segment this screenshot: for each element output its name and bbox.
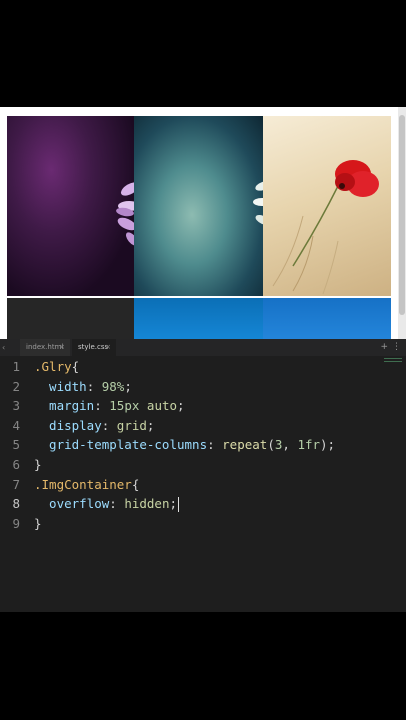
line-number: 8 — [12, 496, 20, 512]
code-token: .Glry — [34, 359, 72, 374]
code-token: } — [34, 456, 42, 472]
code-token: grid — [116, 417, 147, 433]
code-token: .ImgContainer — [34, 476, 132, 492]
text-cursor — [178, 497, 180, 513]
line-number: 6 — [12, 456, 20, 472]
code-token: { — [131, 476, 140, 492]
gallery-image-dark[interactable] — [7, 298, 134, 339]
line-number: 3 — [12, 398, 20, 414]
tab-label: index.html — [26, 343, 64, 351]
code-line[interactable]: 9} — [0, 514, 406, 534]
code-token: width — [34, 378, 87, 394]
plus-icon[interactable]: + — [380, 339, 388, 356]
gallery-image-teal-blur[interactable] — [134, 116, 263, 296]
code-token: display — [34, 417, 102, 433]
tab-scroll-icon[interactable]: ‹ — [2, 339, 5, 356]
line-number: 7 — [12, 476, 20, 492]
purple-flower-petals — [116, 182, 134, 246]
code-text: margin: 15px auto; — [34, 396, 185, 416]
line-number: 5 — [12, 437, 20, 453]
code-token: : — [101, 417, 117, 433]
code-token: overflow — [34, 496, 110, 512]
code-line[interactable]: 1 .Glry{ — [0, 357, 406, 377]
code-token: , — [282, 437, 298, 453]
line-number: 1 — [12, 359, 20, 374]
code-text: grid-template-columns: repeat(3, 1fr); — [34, 435, 335, 455]
code-text: display: grid; — [34, 416, 154, 436]
white-flower-edge — [253, 181, 263, 225]
code-text: .ImgContainer{ — [34, 475, 139, 495]
poppy-drawing — [272, 160, 379, 295]
code-token: } — [34, 515, 42, 531]
code-token: 15px — [109, 398, 140, 414]
code-token: ); — [320, 437, 336, 453]
code-line[interactable]: 2 width: 98%; — [0, 377, 406, 397]
gallery-image-blue[interactable] — [134, 298, 263, 339]
code-text: width: 98%; — [34, 377, 132, 397]
code-area[interactable]: 1 .Glry{2 width: 98%; 3 margin: 15px auto;… — [0, 357, 406, 533]
preview-scrollbar[interactable] — [398, 107, 406, 339]
code-token: ; — [146, 417, 155, 433]
gallery-image-blue-2[interactable] — [263, 298, 391, 339]
more-icon[interactable]: ⋮ — [392, 339, 401, 356]
code-token: : — [94, 398, 110, 414]
line-number: 2 — [12, 378, 20, 394]
code-text: .Glry{ — [34, 357, 79, 377]
code-editor: ‹ index.html × style.css × + ⋮ 1 .Glry{2 … — [0, 339, 406, 612]
gallery-image-red-poppy[interactable] — [263, 116, 391, 296]
code-line[interactable]: 4 display: grid; — [0, 416, 406, 436]
code-token: ; — [177, 398, 185, 414]
code-line[interactable]: 3 margin: 15px auto; — [0, 396, 406, 416]
code-text: } — [34, 455, 42, 475]
code-token: ; — [169, 496, 178, 512]
line-number: 4 — [12, 417, 20, 433]
code-line[interactable]: 6} — [0, 455, 406, 475]
gallery-image-purple-flower[interactable] — [7, 116, 134, 296]
tab-index-html[interactable]: index.html × — [20, 339, 70, 356]
code-token: : — [86, 378, 102, 394]
close-icon[interactable]: × — [59, 339, 65, 356]
preview-scroll-thumb[interactable] — [399, 115, 405, 315]
code-token: : — [109, 496, 125, 512]
code-token: ( — [267, 437, 275, 453]
line-number: 9 — [12, 515, 20, 531]
code-line[interactable]: 8 overflow: hidden; — [0, 494, 406, 514]
code-token: hidden — [124, 496, 170, 512]
code-text: } — [34, 514, 42, 534]
code-line[interactable]: 7 .ImgContainer{ — [0, 475, 406, 495]
tab-label: style.css — [78, 343, 109, 351]
code-token: auto — [146, 398, 178, 414]
tab-style-css[interactable]: style.css × — [72, 339, 116, 356]
code-token: 98% — [101, 378, 125, 394]
code-token: ; — [124, 378, 132, 394]
code-line[interactable]: 5 grid-template-columns: repeat(3, 1fr); — [0, 435, 406, 455]
editor-tab-bar: ‹ index.html × style.css × + ⋮ — [0, 339, 406, 356]
code-token: : — [207, 437, 223, 453]
code-token: margin — [34, 398, 95, 414]
code-token: repeat — [222, 437, 268, 453]
code-token: 1fr — [297, 437, 321, 453]
code-token: { — [71, 359, 80, 374]
browser-preview — [0, 107, 406, 339]
close-icon[interactable]: × — [105, 339, 111, 356]
code-text: overflow: hidden; — [34, 494, 180, 514]
code-token: grid-template-columns — [34, 437, 208, 453]
